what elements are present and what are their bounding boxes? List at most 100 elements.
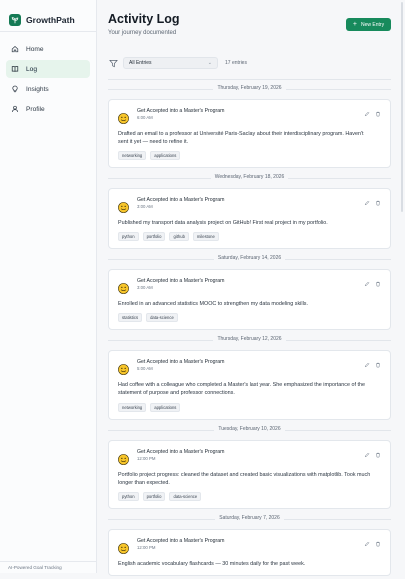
date-label: Wednesday, February 18, 2026 xyxy=(210,174,289,181)
brand[interactable]: GrowthPath xyxy=(0,0,96,30)
log-entry-card[interactable]: Get Accepted into a Master's Program 6:00… xyxy=(108,99,391,169)
entry-tags: python portfolio github milestone xyxy=(115,232,384,242)
sidebar-item-insights[interactable]: Insights xyxy=(6,80,90,98)
smiley-icon xyxy=(118,111,129,124)
scrollbar[interactable] xyxy=(401,2,403,212)
sprout-icon xyxy=(9,13,21,26)
sidebar-item-label: Profile xyxy=(26,105,45,113)
entry-goal: Get Accepted into a Master's Program xyxy=(137,537,225,544)
smiley-icon xyxy=(118,362,129,376)
entry-actions xyxy=(364,362,381,368)
date-separator: Tuesday, February 10, 2026 xyxy=(108,423,391,437)
tag[interactable]: networking xyxy=(118,402,147,412)
log-entry-card[interactable]: Get Accepted into a Master's Program 5:00… xyxy=(108,350,391,420)
entry-tags: statistics data-science xyxy=(115,313,384,323)
entry-goal: Get Accepted into a Master's Program xyxy=(137,278,225,285)
entry-actions xyxy=(364,452,381,458)
entry-header: Get Accepted into a Master's Program 12:0… xyxy=(115,441,384,465)
entry-time: 3:00 AM xyxy=(137,285,153,291)
brand-name: GrowthPath xyxy=(26,14,75,25)
log-entry-card[interactable]: Get Accepted into a Master's Program 12:0… xyxy=(108,439,391,509)
trash-icon[interactable] xyxy=(375,281,381,287)
sidebar-footer: AI-Powered Goal Tracking xyxy=(0,561,96,573)
filter-divider xyxy=(108,79,391,80)
page-subtitle: Your journey documented xyxy=(108,30,177,36)
trash-icon[interactable] xyxy=(375,452,381,458)
date-label: Tuesday, February 10, 2026 xyxy=(214,425,285,432)
tag[interactable]: portfolio xyxy=(142,232,166,242)
sidebar-item-log[interactable]: Log xyxy=(6,60,90,78)
tag[interactable]: python xyxy=(118,232,139,242)
date-separator: Thursday, February 19, 2026 xyxy=(108,82,391,96)
tag[interactable]: github xyxy=(169,232,189,242)
pencil-icon[interactable] xyxy=(364,452,370,458)
book-icon xyxy=(11,66,19,72)
entry-goal: Get Accepted into a Master's Program xyxy=(137,448,225,455)
plus-icon: + xyxy=(352,21,358,28)
page-header: Activity Log Your journey documented + N… xyxy=(97,0,404,47)
entry-tags: python portfolio data-science xyxy=(115,491,384,501)
date-label: Saturday, February 14, 2026 xyxy=(213,255,286,262)
entry-time: 6:00 AM xyxy=(137,115,153,120)
entry-tags: networking applications xyxy=(115,151,384,161)
tag[interactable]: applications xyxy=(150,402,181,412)
trash-icon[interactable] xyxy=(375,541,381,547)
entry-time: 12:00 PM xyxy=(137,455,156,461)
entry-actions xyxy=(364,281,381,287)
entry-time: 5:00 AM xyxy=(137,366,153,372)
tag[interactable]: milestone xyxy=(192,232,219,242)
date-label: Thursday, February 19, 2026 xyxy=(213,85,286,91)
pencil-icon[interactable] xyxy=(364,541,370,547)
trash-icon[interactable] xyxy=(375,362,381,368)
smiley-icon xyxy=(118,541,129,554)
tag[interactable]: python xyxy=(118,491,139,501)
home-icon xyxy=(11,45,19,53)
log-entry-card[interactable]: Get Accepted into a Master's Program 3:00… xyxy=(108,269,391,331)
trash-icon[interactable] xyxy=(375,111,381,117)
pencil-icon[interactable] xyxy=(364,200,370,206)
entry-text: Portfolio project progress: cleaned the … xyxy=(118,471,371,486)
lightbulb-icon xyxy=(12,85,18,93)
sidebar-item-label: Log xyxy=(26,65,38,73)
entry-text: Had coffee with a colleague who complete… xyxy=(118,382,365,397)
entry-text: Published my transport data analysis pro… xyxy=(118,220,328,227)
trash-icon[interactable] xyxy=(375,200,381,206)
new-entry-button[interactable]: + New Entry xyxy=(346,18,391,31)
filter-icon[interactable] xyxy=(109,59,118,68)
entry-goal: Get Accepted into a Master's Program xyxy=(137,197,225,204)
entry-filter-value: All Entries xyxy=(129,60,152,66)
entry-actions xyxy=(364,200,381,206)
tag[interactable]: networking xyxy=(118,151,147,161)
log-entry-card[interactable]: Get Accepted into a Master's Program 3:00… xyxy=(108,188,391,250)
smiley-icon xyxy=(118,200,129,214)
entry-text: English academic vocabulary flashcards —… xyxy=(118,560,306,567)
sidebar-nav: Home Log Insights Profile xyxy=(0,32,96,118)
entry-header: Get Accepted into a Master's Program 12:0… xyxy=(115,530,384,554)
sidebar-item-home[interactable]: Home xyxy=(6,40,90,58)
tag[interactable]: data-science xyxy=(169,491,202,501)
smiley-icon xyxy=(118,452,129,465)
entry-filter-select[interactable]: All Entries ⌄ xyxy=(123,57,218,69)
log-entry-card[interactable]: Get Accepted into a Master's Program 12:0… xyxy=(108,528,391,576)
sidebar-item-profile[interactable]: Profile xyxy=(6,100,90,118)
entry-text: Drafted an email to a professor at Unive… xyxy=(118,131,364,146)
filter-bar: All Entries ⌄ 17 entries xyxy=(108,53,391,73)
tag[interactable]: portfolio xyxy=(142,491,166,501)
date-separator: Thursday, February 12, 2026 xyxy=(108,333,391,347)
tag[interactable]: applications xyxy=(150,151,181,161)
pencil-icon[interactable] xyxy=(364,281,370,287)
entry-time: 3:00 AM xyxy=(137,204,153,210)
date-separator: Wednesday, February 18, 2026 xyxy=(108,171,391,185)
entry-actions xyxy=(364,541,381,547)
date-label: Saturday, February 7, 2026 xyxy=(215,514,284,521)
pencil-icon[interactable] xyxy=(364,111,370,117)
entry-goal: Get Accepted into a Master's Program xyxy=(137,359,225,366)
tag[interactable]: data-science xyxy=(146,313,178,323)
page-title: Activity Log xyxy=(108,12,180,26)
entry-header: Get Accepted into a Master's Program 6:00… xyxy=(115,100,384,124)
sidebar-item-label: Insights xyxy=(26,85,49,93)
pencil-icon[interactable] xyxy=(364,362,370,368)
entry-header: Get Accepted into a Master's Program 3:00… xyxy=(115,189,384,214)
tag[interactable]: statistics xyxy=(118,313,143,323)
entry-count: 17 entries xyxy=(225,60,247,66)
